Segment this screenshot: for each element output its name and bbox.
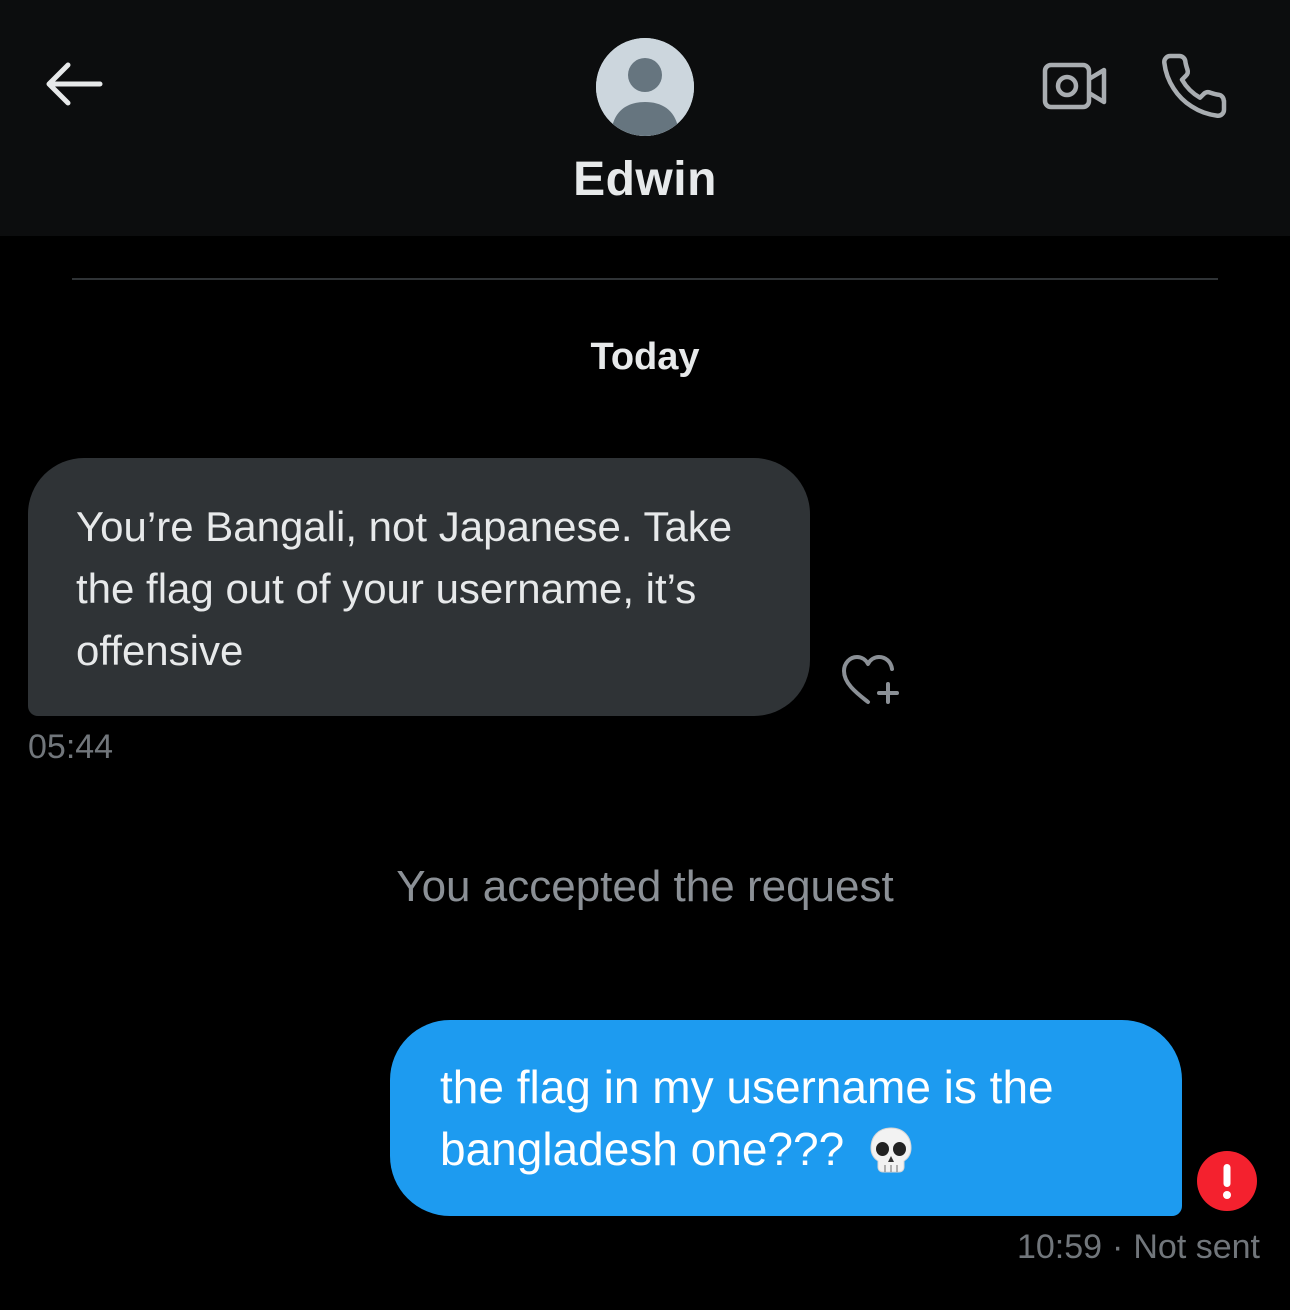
back-button[interactable] (38, 52, 110, 116)
video-call-button[interactable] (1036, 54, 1112, 118)
outgoing-message-bubble[interactable]: the flag in my username is the banglades… (390, 1020, 1182, 1216)
avatar[interactable] (596, 38, 694, 136)
default-avatar-icon (596, 38, 694, 136)
error-circle-icon (1197, 1151, 1257, 1211)
incoming-message-text: You’re Bangali, not Japanese. Take the f… (76, 503, 733, 674)
message-status: 10:59 · Not sent (1017, 1228, 1260, 1267)
message-timestamp: 05:44 (28, 728, 114, 766)
not-sent-label[interactable]: Not sent (1133, 1228, 1260, 1266)
status-separator: · (1112, 1228, 1124, 1266)
error-exclamation-icon[interactable] (1196, 1150, 1258, 1212)
system-message: You accepted the request (396, 862, 894, 911)
heart-plus-icon (842, 655, 899, 704)
voice-call-button[interactable] (1158, 50, 1230, 122)
video-camera-icon (1042, 62, 1107, 110)
date-separator: Today (590, 336, 700, 378)
phone-icon (1162, 53, 1227, 118)
add-reaction-button[interactable] (836, 650, 906, 710)
conversation-header: Edwin (0, 0, 1290, 236)
incoming-message-bubble[interactable]: You’re Bangali, not Japanese. Take the f… (28, 458, 810, 716)
header-divider (72, 278, 1218, 280)
arrow-left-icon (46, 62, 103, 106)
outgoing-message-text: the flag in my username is the banglades… (440, 1061, 1054, 1175)
outgoing-message-timestamp: 10:59 (1016, 1228, 1103, 1266)
skull-emoji-icon (870, 1127, 912, 1173)
contact-name[interactable]: Edwin (0, 152, 1290, 207)
